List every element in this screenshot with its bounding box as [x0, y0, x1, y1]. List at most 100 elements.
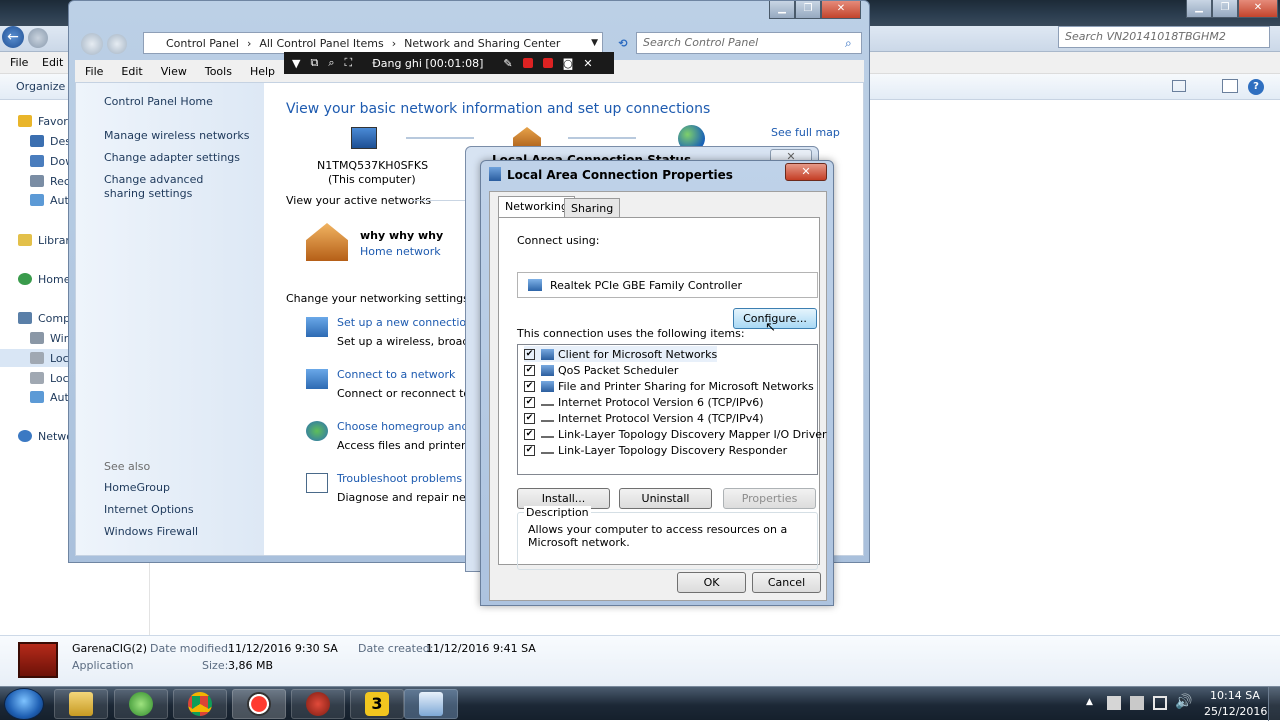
- flag-icon[interactable]: [1130, 696, 1144, 710]
- cp-back-icon[interactable]: [81, 33, 103, 55]
- internet-options-link[interactable]: Internet Options: [104, 503, 194, 517]
- taskbar-file-explorer[interactable]: [54, 689, 108, 719]
- description-text: Allows your computer to access resources…: [528, 523, 788, 549]
- checkbox[interactable]: ✔: [524, 348, 535, 360]
- menu-edit[interactable]: Edit: [42, 56, 63, 69]
- cp-address-bar[interactable]: Control Panel › All Control Panel Items …: [143, 32, 603, 54]
- organize-button[interactable]: Organize ▾: [16, 80, 74, 93]
- windows-firewall-link[interactable]: Windows Firewall: [104, 525, 198, 539]
- cp-maximize-button[interactable]: ❐: [795, 1, 821, 19]
- cp-menu-view[interactable]: View: [161, 65, 187, 78]
- taskbar-user-app[interactable]: [291, 689, 345, 719]
- cp-forward-icon[interactable]: [107, 34, 127, 54]
- see-full-map-link[interactable]: See full map: [771, 126, 840, 139]
- back-arrow-icon[interactable]: ←: [2, 26, 24, 48]
- components-list[interactable]: ✔ Client for Microsoft Networks ✔ QoS Pack…: [517, 344, 827, 475]
- recorder-pen-icon[interactable]: ✎: [503, 57, 512, 70]
- task-connect-desc: Connect or reconnect to a: [337, 387, 481, 400]
- cancel-button[interactable]: Cancel: [752, 572, 821, 593]
- clock-date[interactable]: 25/12/2016: [1204, 705, 1267, 718]
- nav-item-favorites[interactable]: Favori: [18, 112, 71, 130]
- change-adapter-link[interactable]: Change adapter settings: [104, 151, 240, 165]
- recorder-camera-icon[interactable]: ◙: [563, 57, 574, 70]
- clock-time[interactable]: 10:14 SA: [1210, 689, 1260, 702]
- desktop-icon: [30, 135, 44, 147]
- action-center-icon[interactable]: [1107, 696, 1121, 710]
- task-connect-link[interactable]: Connect to a network: [337, 368, 455, 381]
- recorder-region-icon[interactable]: ⛶: [345, 56, 353, 70]
- change-sharing-link[interactable]: Change advanced sharing settings: [104, 173, 244, 201]
- connect-using-label: Connect using:: [517, 234, 600, 247]
- task-new-connection-desc: Set up a wireless, broadba: [337, 335, 484, 348]
- taskbar-recorder[interactable]: [232, 689, 286, 719]
- cp-minimize-button[interactable]: ▁: [769, 1, 795, 19]
- checkbox[interactable]: ✔: [524, 380, 535, 392]
- cp-menu-edit[interactable]: Edit: [121, 65, 142, 78]
- view-options-icon[interactable]: [1172, 80, 1186, 92]
- close-button[interactable]: ✕: [1238, 0, 1278, 18]
- cp-menu-tools[interactable]: Tools: [205, 65, 232, 78]
- network-tray-icon[interactable]: [1153, 696, 1167, 710]
- cp-home-link[interactable]: Control Panel Home: [104, 95, 213, 109]
- checkbox[interactable]: ✔: [524, 396, 535, 408]
- checkbox[interactable]: ✔: [524, 428, 535, 440]
- ok-button[interactable]: OK: [677, 572, 746, 593]
- list-item[interactable]: ✔ Internet Protocol Version 4 (TCP/IPv4): [524, 410, 764, 426]
- taskbar-control-panel[interactable]: [404, 689, 458, 719]
- task-new-connection-link[interactable]: Set up a new connection o: [337, 316, 483, 329]
- properties-button[interactable]: Properties: [723, 488, 816, 509]
- maximize-button[interactable]: ❐: [1212, 0, 1238, 18]
- show-desktop-button[interactable]: [1268, 687, 1280, 721]
- start-button-icon[interactable]: [4, 688, 44, 720]
- forward-arrow-icon[interactable]: [28, 28, 48, 48]
- network-type-link[interactable]: Home network: [360, 245, 441, 258]
- dialog-close-button[interactable]: ✕: [785, 163, 827, 181]
- breadcrumb-control-panel[interactable]: Control Panel: [166, 37, 239, 50]
- recorder-zoom-icon[interactable]: ⌕: [328, 56, 334, 70]
- cp-close-button[interactable]: ✕: [821, 1, 861, 19]
- volume-icon[interactable]: 🔊: [1175, 694, 1192, 710]
- list-item[interactable]: ✔ File and Printer Sharing for Microsoft …: [524, 378, 814, 394]
- tab-sharing[interactable]: Sharing: [564, 198, 621, 218]
- taskbar-game[interactable]: 3: [350, 689, 404, 719]
- cp-menu-file[interactable]: File: [85, 65, 103, 78]
- nav-item-libraries[interactable]: Librari: [18, 231, 73, 249]
- help-icon[interactable]: ?: [1248, 79, 1264, 95]
- breadcrumb-all-items[interactable]: All Control Panel Items: [259, 37, 383, 50]
- recorder-stop-icon[interactable]: [542, 58, 553, 68]
- address-dropdown-icon[interactable]: ▼: [591, 38, 598, 48]
- recorder-window-icon[interactable]: ⧉: [310, 56, 318, 70]
- manage-wireless-link[interactable]: Manage wireless networks: [104, 129, 249, 143]
- taskbar-garena[interactable]: [114, 689, 168, 719]
- checkbox[interactable]: ✔: [524, 364, 535, 376]
- recorder-menu-icon[interactable]: ▼: [292, 57, 300, 70]
- checkbox[interactable]: ✔: [524, 444, 535, 456]
- recorder-close-icon[interactable]: ✕: [583, 57, 592, 70]
- nav-item-homegroup[interactable]: Home: [18, 270, 70, 288]
- nav-item-windows-drive[interactable]: Win: [30, 329, 71, 347]
- list-item[interactable]: ✔ Link-Layer Topology Discovery Mapper I/…: [524, 426, 827, 442]
- homegroup-link[interactable]: HomeGroup: [104, 481, 170, 495]
- taskbar-chrome[interactable]: [173, 689, 227, 719]
- task-troubleshoot-link[interactable]: Troubleshoot problems: [337, 472, 462, 485]
- list-item[interactable]: ✔ QoS Packet Scheduler: [524, 362, 678, 378]
- list-item[interactable]: ✔ Link-Layer Topology Discovery Responder: [524, 442, 787, 458]
- checkbox[interactable]: ✔: [524, 412, 535, 424]
- list-item[interactable]: ✔ Internet Protocol Version 6 (TCP/IPv6): [524, 394, 764, 410]
- recorder-pause-icon[interactable]: [522, 58, 533, 68]
- menu-file[interactable]: File: [10, 56, 28, 69]
- task-homegroup-link[interactable]: Choose homegroup and s: [337, 420, 478, 433]
- uninstall-button[interactable]: Uninstall: [619, 488, 712, 509]
- nav-item-computer[interactable]: Comp: [18, 309, 70, 327]
- preview-pane-icon[interactable]: [1222, 79, 1238, 93]
- cp-search-input[interactable]: Search Control Panel: [636, 32, 862, 54]
- breadcrumb-network-center[interactable]: Network and Sharing Center: [404, 37, 560, 50]
- background-search-input[interactable]: Search VN20141018TBGHM2: [1058, 26, 1270, 48]
- list-item[interactable]: ✔ Client for Microsoft Networks: [524, 346, 718, 362]
- refresh-icon[interactable]: ⟲: [613, 33, 633, 55]
- nav-item-network[interactable]: Netwo: [18, 427, 73, 445]
- cp-menu-help[interactable]: Help: [250, 65, 275, 78]
- show-hidden-icons[interactable]: ▲: [1086, 697, 1093, 707]
- minimize-button[interactable]: ▁: [1186, 0, 1212, 18]
- search-icon[interactable]: ⌕: [845, 36, 852, 51]
